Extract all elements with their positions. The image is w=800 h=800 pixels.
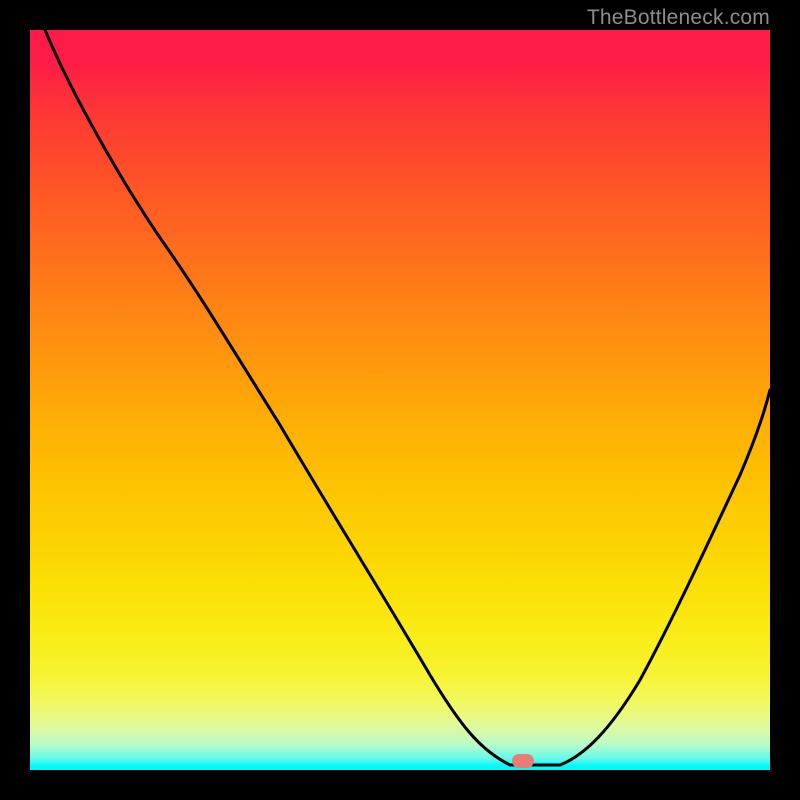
curve-svg [30,30,770,770]
watermark-text: TheBottleneck.com [587,6,770,30]
chart-container: TheBottleneck.com [0,0,800,800]
plot-area [30,30,770,770]
optimal-marker [512,754,534,768]
bottleneck-curve [45,30,770,765]
